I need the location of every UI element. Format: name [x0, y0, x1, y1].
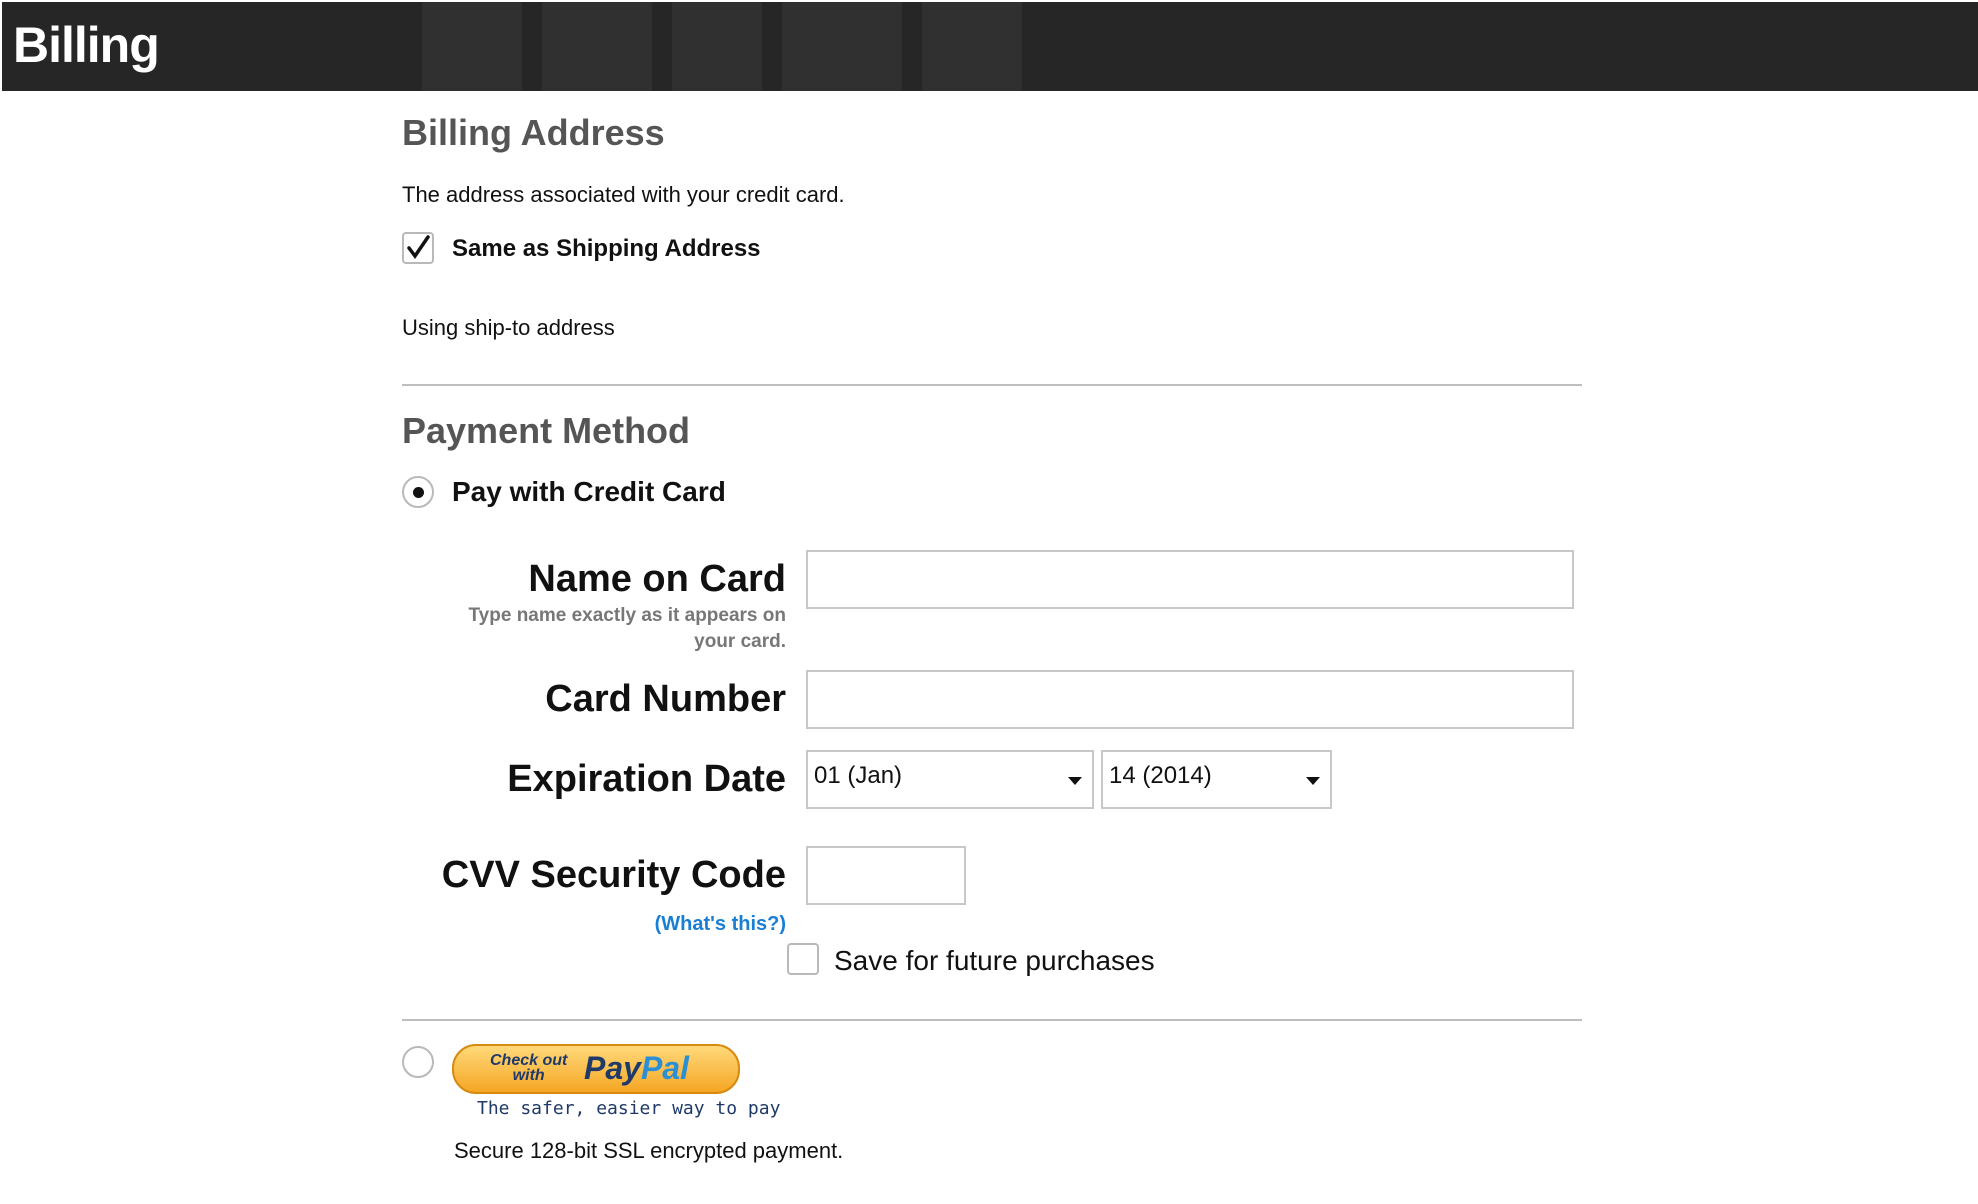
same-as-shipping-checkbox[interactable]: [402, 232, 434, 264]
paypal-checkout-button[interactable]: Check out with PayPal: [452, 1044, 740, 1094]
pay-with-credit-card-radio[interactable]: [402, 476, 434, 508]
expiration-month-select[interactable]: 01 (Jan): [806, 750, 1094, 809]
name-on-card-label: Name on Card: [528, 558, 786, 600]
ship-to-status-text: Using ship-to address: [402, 315, 615, 340]
expiration-date-label: Expiration Date: [507, 758, 786, 800]
billing-address-description: The address associated with your credit …: [402, 182, 845, 207]
paypal-radio[interactable]: [402, 1046, 434, 1078]
radio-dot-icon: [413, 487, 424, 498]
name-on-card-hint: Type name exactly as it appears on your …: [468, 605, 786, 652]
cvv-label: CVV Security Code: [441, 854, 786, 896]
section-divider: [402, 1019, 1582, 1021]
secure-payment-note: Secure 128-bit SSL encrypted payment.: [454, 1138, 844, 1163]
checkmark-icon: [407, 235, 430, 260]
expiration-year-select[interactable]: 14 (2014): [1101, 750, 1332, 809]
section-divider: [402, 384, 1582, 386]
card-number-field[interactable]: [806, 670, 1574, 729]
header-watermark-graphic: [422, 2, 1022, 91]
name-on-card-field[interactable]: [806, 550, 1574, 609]
save-for-future-checkbox[interactable]: [787, 943, 819, 975]
page-title: Billing: [13, 17, 160, 73]
dropdown-arrow-icon: [1068, 777, 1082, 785]
same-as-shipping-label[interactable]: Same as Shipping Address: [452, 235, 761, 263]
paypal-button-small-text: Check out with: [490, 1052, 568, 1084]
cvv-field[interactable]: [806, 846, 966, 905]
paypal-tagline: The safer, easier way to pay: [477, 1098, 781, 1119]
page-header: Billing: [2, 2, 1978, 91]
save-for-future-label[interactable]: Save for future purchases: [834, 945, 1155, 977]
paypal-logo: PayPal: [584, 1050, 689, 1086]
dropdown-arrow-icon: [1306, 777, 1320, 785]
expiration-month-value: 01 (Jan): [814, 762, 903, 789]
pay-with-credit-card-label[interactable]: Pay with Credit Card: [452, 476, 726, 508]
card-number-label: Card Number: [545, 678, 786, 720]
billing-address-heading: Billing Address: [402, 112, 665, 153]
payment-method-heading: Payment Method: [402, 410, 691, 451]
expiration-year-value: 14 (2014): [1109, 762, 1212, 789]
cvv-help-link[interactable]: (What's this?): [655, 913, 786, 936]
